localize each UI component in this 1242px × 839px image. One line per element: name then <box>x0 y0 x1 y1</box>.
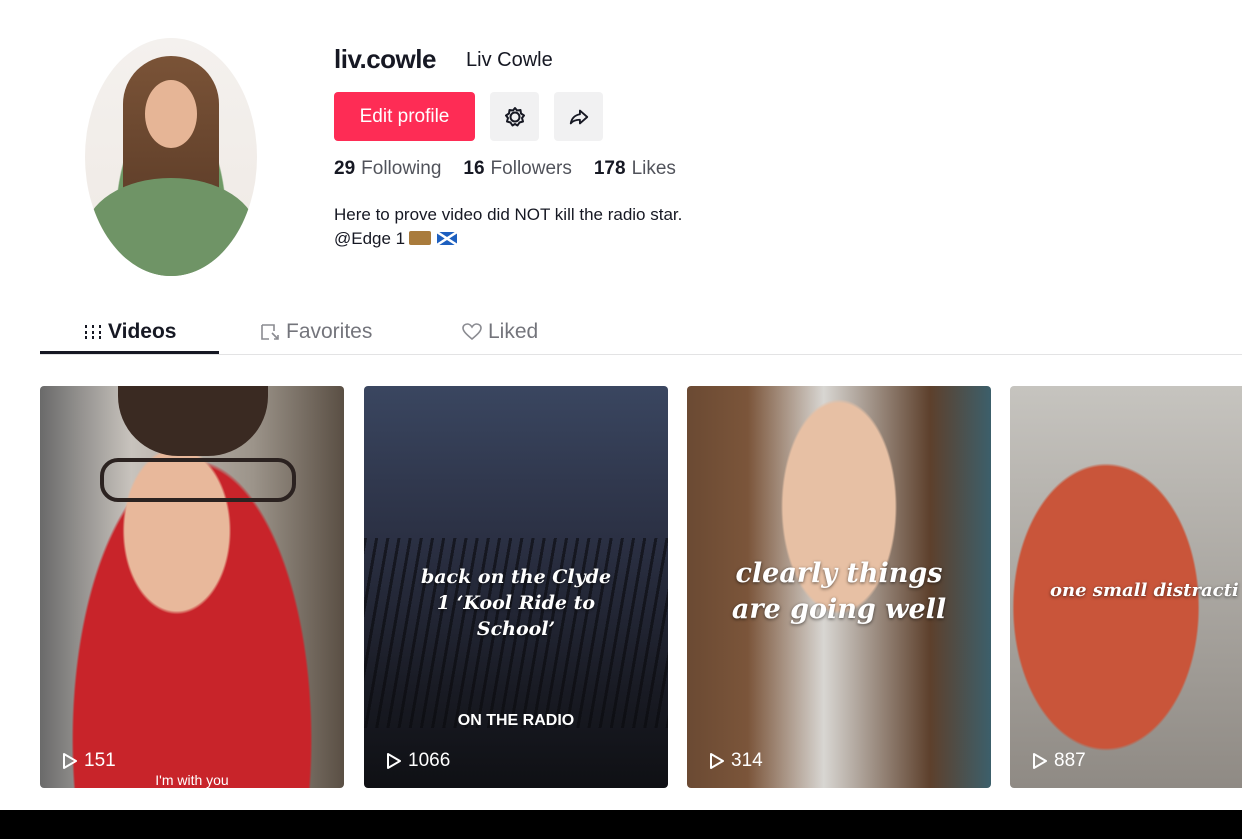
view-count: 887 <box>1032 750 1086 772</box>
tab-videos[interactable]: Videos <box>84 310 176 353</box>
gear-icon <box>504 106 525 126</box>
edit-profile-button[interactable]: Edit profile <box>334 92 475 141</box>
grid-icon <box>85 324 101 339</box>
tab-label: Liked <box>488 319 539 343</box>
heart-icon <box>462 322 482 340</box>
view-count: 151 <box>62 750 116 772</box>
tab-label: Videos <box>108 319 177 343</box>
bio: Here to prove video did NOT kill the rad… <box>334 203 682 251</box>
play-icon <box>63 753 77 769</box>
share-arrow-icon <box>569 109 588 124</box>
view-count: 1066 <box>386 750 450 772</box>
profile-stats: 29 Following 16 Followers 178 Likes <box>334 158 676 180</box>
username: liv.cowle <box>334 44 436 74</box>
video-caption: back on the Clyde 1 ‘Kool Ride to School… <box>420 566 612 640</box>
view-count: 314 <box>709 750 763 772</box>
followers-stat[interactable]: 16 Followers <box>463 158 571 180</box>
profile-page: liv.cowle Liv Cowle Edit profile 29 Follo… <box>0 0 1242 810</box>
avatar[interactable] <box>85 38 257 276</box>
video-card[interactable]: clearly things are going well 314 <box>687 386 991 788</box>
play-icon <box>710 753 724 769</box>
likes-stat: 178 Likes <box>593 158 676 179</box>
video-card[interactable]: one small distracti 887 <box>1010 386 1242 788</box>
bio-line: Here to prove video did NOT kill the rad… <box>334 205 683 224</box>
video-subcaption: I'm with you <box>155 772 229 788</box>
active-tab-indicator <box>40 351 219 354</box>
display-name: Liv Cowle <box>466 49 553 71</box>
following-stat[interactable]: 29 Following <box>334 158 441 180</box>
play-icon <box>1033 753 1047 769</box>
profile-tabs: Videos Favorites Liked <box>40 310 1242 355</box>
video-card[interactable]: back on the Clyde 1 ‘Kool Ride to School… <box>364 386 668 788</box>
video-card[interactable]: I'm with you 151 <box>40 386 344 788</box>
bio-line: @Edge 1 <box>334 229 406 248</box>
bookmark-icon <box>261 323 279 340</box>
tab-favorites[interactable]: Favorites <box>260 310 372 353</box>
video-caption: one small distracti <box>1050 580 1239 601</box>
settings-button[interactable] <box>490 92 539 141</box>
radio-emoji-icon <box>409 231 432 245</box>
scotland-flag-icon <box>437 232 458 245</box>
video-subcaption: ON THE RADIO <box>457 712 575 729</box>
share-button[interactable] <box>554 92 603 141</box>
tab-label: Favorites <box>286 319 373 343</box>
video-caption: clearly things are going well <box>731 558 947 625</box>
play-icon <box>387 753 401 769</box>
tab-liked[interactable]: Liked <box>462 310 538 353</box>
